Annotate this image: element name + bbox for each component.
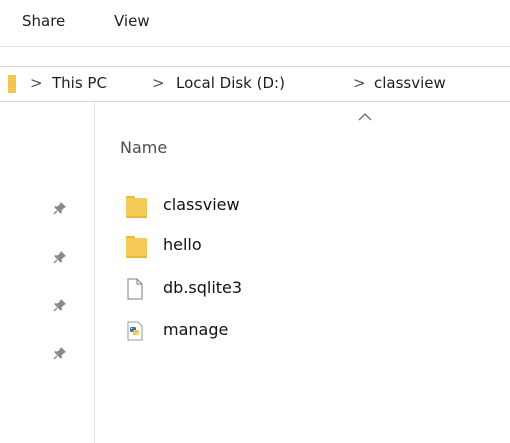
chevron-right-icon[interactable]: > [30,74,43,92]
folder-icon [123,234,147,258]
ribbon-divider [0,46,510,47]
file-name: manage [163,320,229,339]
pin-icon[interactable] [52,249,68,265]
breadcrumb-classview[interactable]: classview [374,74,446,92]
chevron-right-icon[interactable]: > [152,74,165,92]
breadcrumb-local-disk[interactable]: Local Disk (D:) [176,74,285,92]
pin-icon[interactable] [52,297,68,313]
blank-file-icon [127,278,143,300]
python-file-icon [127,321,143,341]
column-header-name[interactable]: Name [120,138,167,157]
pin-icon[interactable] [52,200,68,216]
list-item[interactable]: db.sqlite3 [123,275,443,303]
navigation-pane [0,102,95,443]
file-name: db.sqlite3 [163,278,243,297]
file-explorer-window: Share View > This PC > Local Disk (D:) >… [0,0,510,443]
pin-icon[interactable] [52,345,68,361]
list-item[interactable]: classview [123,192,443,220]
folder-icon [8,75,16,93]
address-bar[interactable]: > This PC > Local Disk (D:) > classview [0,66,510,102]
file-name: hello [163,235,202,254]
file-list: Name classview hello db.sqlite3 manage [95,102,510,443]
chevron-right-icon[interactable]: > [353,74,366,92]
list-item[interactable]: hello [123,232,443,260]
folder-icon [123,194,147,218]
file-name: classview [163,195,240,214]
ribbon: Share View [0,0,510,46]
tab-view[interactable]: View [114,12,150,30]
sort-ascending-icon [358,113,372,121]
tab-share[interactable]: Share [22,12,65,30]
list-item[interactable]: manage [123,317,443,345]
breadcrumb-this-pc[interactable]: This PC [52,74,107,92]
